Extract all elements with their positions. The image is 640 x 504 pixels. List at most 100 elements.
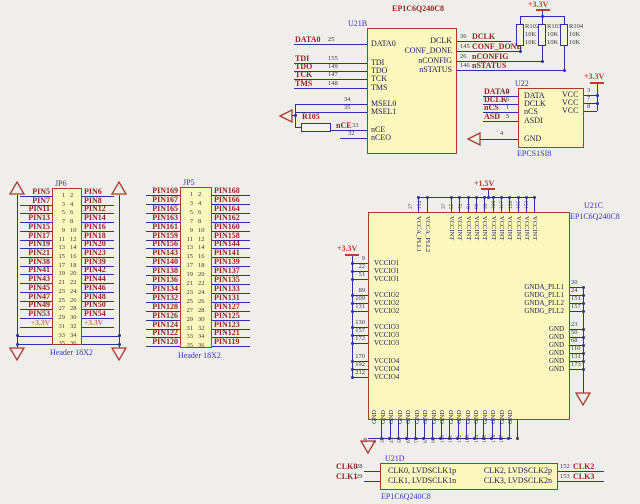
header-pin-number: 4	[198, 200, 201, 207]
junction-dot	[596, 94, 599, 97]
wire	[352, 311, 368, 312]
pin-name: GND	[405, 410, 412, 424]
pin-number: 43	[389, 438, 396, 444]
pin-number: 33	[352, 122, 359, 129]
pin-number: 126	[508, 201, 515, 209]
net-label: PIN21	[18, 248, 50, 257]
wire	[295, 104, 367, 105]
pin-name: GND	[439, 410, 446, 424]
header-pin-number: 30	[198, 316, 205, 323]
pin-number: 21	[372, 438, 379, 444]
net-label: PIN120	[144, 337, 178, 346]
net-label: PIN138	[144, 266, 178, 275]
pullup-resistor	[516, 24, 524, 46]
wire	[517, 420, 518, 438]
junction-dot	[582, 302, 585, 305]
wire	[17, 344, 52, 345]
pin-name: VCCINT	[523, 216, 530, 240]
pin-number: 1	[506, 104, 509, 111]
header-pin-number: 8	[70, 218, 73, 225]
pin-name: VCCINT	[448, 216, 455, 240]
header-pin-number: 12	[198, 236, 205, 243]
pin-number: 170	[351, 353, 365, 360]
wire	[534, 197, 535, 212]
header-pin-number: 7	[184, 218, 193, 225]
net-label: PIN163	[144, 213, 178, 222]
net-label: CLK0	[336, 462, 357, 471]
junction-dot	[519, 50, 522, 53]
header-pin-number: 14	[198, 244, 205, 251]
wire	[483, 121, 518, 122]
net-label: CLK3	[573, 472, 594, 481]
pin-number: 36	[460, 33, 467, 40]
resistor-value: 10K	[525, 31, 536, 38]
pin-number: 98	[431, 438, 438, 444]
pin-name: GND	[371, 410, 378, 424]
pin-number: 143	[465, 435, 472, 443]
net-label: PIN38	[18, 257, 50, 266]
header-pin-number: 26	[198, 298, 205, 305]
header-pin-number: 19	[184, 271, 193, 278]
header-pin-number: 3	[184, 200, 193, 207]
net-label: PIN169	[144, 186, 178, 195]
pin-number: 173	[571, 361, 581, 368]
gnd-arrow-icon	[575, 392, 591, 406]
header-pin-number: 2	[70, 192, 73, 199]
header-pin-number: 22	[70, 279, 77, 286]
net-label: CONF_DONE	[472, 42, 522, 51]
pin-number: 153	[560, 473, 570, 480]
net-label: PIN13	[18, 213, 50, 222]
junction-dot	[525, 196, 528, 199]
header-pin-number: 15	[56, 253, 65, 260]
pin-number: 192	[351, 361, 365, 368]
net-label: PIN54	[84, 309, 106, 318]
header-pin-number: 16	[70, 253, 77, 260]
net-label: TMS	[295, 79, 312, 88]
header-pin-number: 2	[198, 191, 201, 198]
net-label: PIN121	[214, 328, 240, 337]
header-pin-number: 19	[56, 270, 65, 277]
pin-name: GND	[507, 410, 514, 424]
header-pin-number: 36	[70, 340, 77, 347]
junction-dot	[294, 114, 297, 117]
junction-dot	[426, 196, 429, 199]
net-label: PIN19	[18, 239, 50, 248]
net-label: PIN46	[84, 283, 106, 292]
pin-name: nCEO	[371, 133, 391, 142]
net-label: PIN122	[144, 328, 178, 337]
net-label: PIN45	[18, 283, 50, 292]
header-pin-number: 13	[56, 244, 65, 251]
net-label: PIN131	[214, 293, 240, 302]
pin-number: 89	[351, 287, 365, 294]
header-pin-number: 3	[56, 201, 65, 208]
header-pin-number: 13	[184, 244, 193, 251]
header-pin-number: 32	[198, 325, 205, 332]
pin-number: 212	[351, 369, 365, 376]
pin-name: VCCINT	[515, 216, 522, 240]
junction-dot	[582, 368, 585, 371]
net-label: PIN41	[18, 265, 50, 274]
pin-name: VCCINT	[465, 216, 472, 240]
pin-name: VCCINT	[498, 216, 505, 240]
pin-name: GND	[490, 410, 497, 424]
header-pin-number: 32	[70, 323, 77, 330]
u21d-designator: U21D	[385, 454, 405, 463]
wire	[564, 16, 565, 24]
wire	[457, 70, 565, 71]
wire	[352, 377, 368, 378]
jp6-designator: JP6	[55, 179, 67, 188]
pin-number: 34	[344, 96, 351, 103]
pin-number: 151	[571, 295, 581, 302]
net-label: PIN42	[84, 265, 106, 274]
junction-dot	[516, 437, 519, 440]
u22-part-number: EPCS1SI8	[517, 149, 551, 158]
pin-number: 10	[363, 438, 370, 444]
pin-number: 72	[458, 204, 465, 210]
net-label: PIN124	[144, 320, 178, 329]
net-label: PIN15	[18, 222, 50, 231]
header-pin-number: 15	[184, 253, 193, 260]
net-label: PIN47	[18, 292, 50, 301]
header-pin-number: 1	[56, 192, 65, 199]
resistor-designator: R102	[525, 23, 539, 30]
pin-number: 4	[500, 130, 503, 137]
